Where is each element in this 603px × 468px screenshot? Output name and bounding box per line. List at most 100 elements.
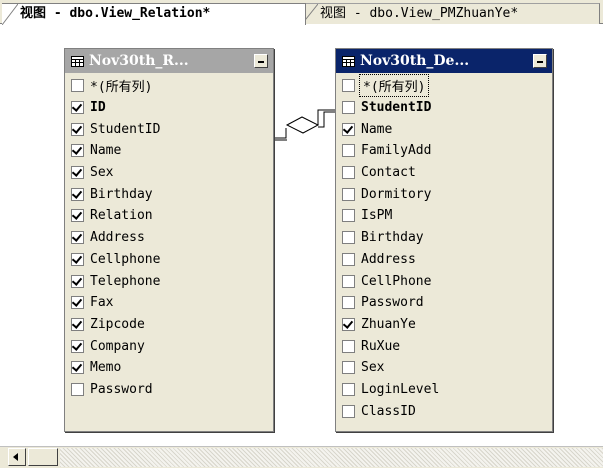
column-checkbox[interactable]	[342, 274, 355, 288]
column-row[interactable]: ZhuanYe	[336, 314, 552, 336]
column-checkbox[interactable]	[71, 231, 84, 245]
column-row[interactable]: *(所有列)	[65, 75, 273, 97]
column-checkbox[interactable]	[71, 144, 84, 158]
column-list: *(所有列) ID StudentID Name Sex Birthday Relation…	[65, 75, 273, 400]
column-checkbox[interactable]	[342, 79, 355, 93]
column-label: Company	[90, 338, 145, 354]
column-row[interactable]: Birthday	[336, 227, 552, 249]
column-row[interactable]: CellPhone	[336, 270, 552, 292]
column-checkbox[interactable]	[71, 274, 84, 288]
column-checkbox[interactable]	[71, 361, 84, 375]
column-row[interactable]: Password	[65, 379, 273, 401]
horizontal-scrollbar[interactable]	[0, 446, 603, 468]
column-row[interactable]: Contact	[336, 162, 552, 184]
column-checkbox[interactable]	[342, 317, 355, 331]
scroll-left-button[interactable]	[8, 448, 26, 466]
column-row[interactable]: Relation	[65, 205, 273, 227]
column-row[interactable]: *(所有列)	[336, 74, 552, 98]
column-checkbox[interactable]	[71, 339, 84, 353]
column-label: Address	[361, 251, 416, 267]
table-grid-icon	[342, 55, 355, 67]
scroll-thumb[interactable]	[28, 448, 58, 466]
column-label: Relation	[90, 208, 153, 224]
column-row[interactable]: Fax	[65, 292, 273, 314]
column-row[interactable]: Password	[336, 292, 552, 314]
tab-label: 视图 - dbo.View_PMZhuanYe*	[320, 6, 519, 21]
column-row[interactable]: ClassID	[336, 400, 552, 422]
tab-view-relation[interactable]: 视图 - dbo.View_Relation*	[2, 3, 306, 25]
column-row[interactable]: LoginLevel	[336, 379, 552, 401]
tab-slant-icon	[2, 4, 18, 25]
column-label: StudentID	[90, 121, 161, 137]
column-label: *(所有列)	[358, 74, 430, 98]
column-label: Dormitory	[361, 186, 432, 202]
column-checkbox[interactable]	[71, 209, 84, 223]
column-row[interactable]: Name	[336, 118, 552, 140]
column-row[interactable]: Name	[65, 140, 273, 162]
column-checkbox[interactable]	[342, 209, 355, 223]
column-row[interactable]: RuXue	[336, 335, 552, 357]
column-row[interactable]: StudentID	[65, 118, 273, 140]
column-checkbox[interactable]	[342, 144, 355, 158]
column-checkbox[interactable]	[71, 166, 84, 180]
column-label: Zipcode	[90, 316, 145, 332]
column-checkbox[interactable]	[71, 296, 84, 310]
table-title: Nov30th_De...	[360, 53, 470, 69]
column-row[interactable]: ID	[65, 97, 273, 119]
column-label: FamilyAdd	[361, 143, 432, 159]
column-checkbox[interactable]	[342, 231, 355, 245]
column-checkbox[interactable]	[342, 122, 355, 136]
column-checkbox[interactable]	[71, 187, 84, 201]
tab-label: 视图 - dbo.View_Relation*	[20, 6, 211, 21]
column-checkbox[interactable]	[342, 404, 355, 418]
table-window-left[interactable]: Nov30th_R... *(所有列) ID StudentID Name Sex Bir…	[64, 48, 274, 432]
tab-strip: 视图 - dbo.View_Relation* 视图 - dbo.View_PM…	[0, 0, 603, 25]
column-checkbox[interactable]	[342, 101, 355, 115]
column-checkbox[interactable]	[71, 382, 84, 396]
column-row[interactable]: Cellphone	[65, 249, 273, 271]
column-checkbox[interactable]	[342, 296, 355, 310]
column-row[interactable]: Zipcode	[65, 314, 273, 336]
column-row[interactable]: Company	[65, 335, 273, 357]
column-row[interactable]: StudentID	[336, 97, 552, 119]
column-row[interactable]: Memo	[65, 357, 273, 379]
column-checkbox[interactable]	[342, 339, 355, 353]
column-label: Cellphone	[90, 251, 161, 267]
tab-view-pmzhuanye[interactable]: 视图 - dbo.View_PMZhuanYe*	[302, 3, 600, 24]
scroll-left-arrow-icon	[13, 453, 18, 461]
table-window-right[interactable]: Nov30th_De... *(所有列) StudentID Name FamilyA…	[335, 48, 553, 432]
column-checkbox[interactable]	[71, 252, 84, 266]
table-titlebar[interactable]: Nov30th_R...	[65, 49, 273, 73]
column-label: StudentID	[361, 100, 432, 116]
column-label: Birthday	[361, 230, 424, 246]
column-row[interactable]: FamilyAdd	[336, 140, 552, 162]
column-checkbox[interactable]	[71, 122, 84, 136]
column-row[interactable]: Birthday	[65, 183, 273, 205]
diagram-pane[interactable]: Nov30th_R... *(所有列) ID StudentID Name Sex Bir…	[0, 24, 603, 432]
table-titlebar[interactable]: Nov30th_De...	[336, 49, 552, 73]
column-checkbox[interactable]	[342, 252, 355, 266]
table-title: Nov30th_R...	[89, 53, 189, 69]
join-diamond-icon	[285, 116, 320, 134]
column-row[interactable]: Sex	[65, 162, 273, 184]
column-checkbox[interactable]	[71, 101, 84, 115]
column-label: CellPhone	[361, 273, 432, 289]
column-label: Sex	[90, 165, 114, 181]
minimize-icon[interactable]	[533, 54, 547, 68]
column-checkbox[interactable]	[342, 166, 355, 180]
column-row[interactable]: Telephone	[65, 270, 273, 292]
column-row[interactable]: Address	[336, 249, 552, 271]
column-row[interactable]: Address	[65, 227, 273, 249]
minimize-icon[interactable]	[254, 54, 268, 68]
column-label: LoginLevel	[361, 381, 440, 397]
column-checkbox[interactable]	[342, 382, 355, 396]
column-label: Name	[90, 143, 122, 159]
column-row[interactable]: Dormitory	[336, 183, 552, 205]
column-row[interactable]: Sex	[336, 357, 552, 379]
column-row[interactable]: IsPM	[336, 205, 552, 227]
column-checkbox[interactable]	[71, 317, 84, 331]
column-checkbox[interactable]	[342, 361, 355, 375]
column-checkbox[interactable]	[342, 187, 355, 201]
scroll-track[interactable]	[60, 448, 603, 467]
column-checkbox[interactable]	[71, 79, 84, 93]
